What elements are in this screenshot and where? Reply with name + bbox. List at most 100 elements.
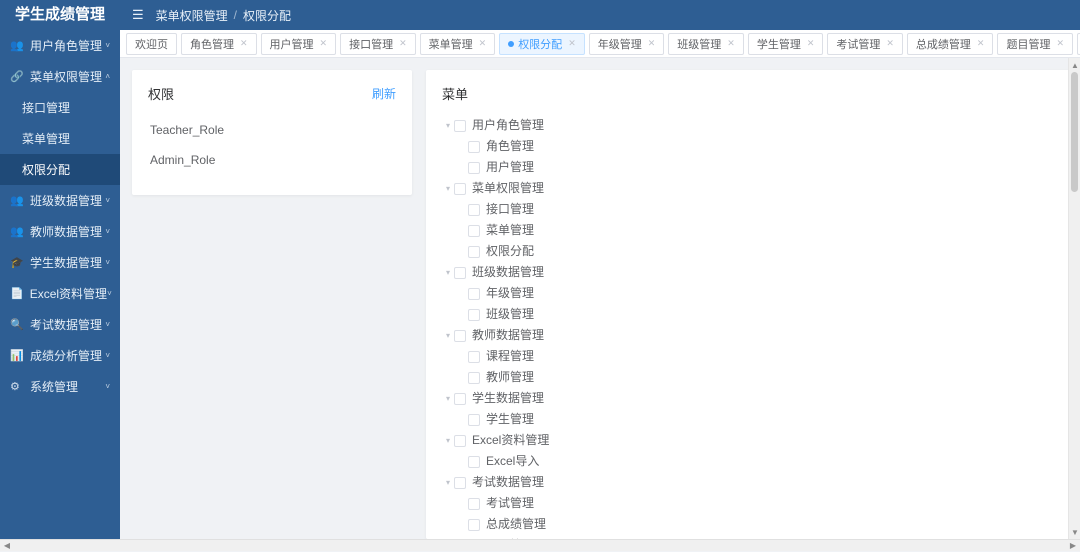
tree-node-label[interactable]: 菜单权限管理 <box>472 178 544 199</box>
tab[interactable]: 题目管理✕ <box>997 33 1073 55</box>
tree-node-label[interactable]: 班级数据管理 <box>472 262 544 283</box>
chevron-down-icon: ˅ <box>107 289 112 298</box>
tab-close-icon[interactable]: ✕ <box>320 38 328 49</box>
tab-close-icon[interactable]: ✕ <box>568 38 576 49</box>
scroll-left-arrow-icon[interactable]: ◀ <box>0 540 14 552</box>
tab[interactable]: 班级管理✕ <box>668 33 744 55</box>
tree-node-checkbox[interactable] <box>468 414 480 426</box>
tree-node-label[interactable]: 权限分配 <box>486 241 534 262</box>
tree-node-checkbox[interactable] <box>454 435 466 447</box>
expander-icon[interactable]: ▾ <box>442 325 454 346</box>
tree-node-label[interactable]: 课程管理 <box>486 346 534 367</box>
tree-node-checkbox[interactable] <box>454 183 466 195</box>
sidebar-item[interactable]: 菜单管理 <box>0 123 120 154</box>
tree-node-checkbox[interactable] <box>454 330 466 342</box>
sidebar-group[interactable]: 📄Excel资料管理˅ <box>0 278 120 309</box>
refresh-link[interactable]: 刷新 <box>372 85 396 102</box>
sidebar-group-label: 教师数据管理 <box>30 223 102 240</box>
tab-close-icon[interactable]: ✕ <box>240 38 248 49</box>
tree-node-label[interactable]: 考试管理 <box>486 493 534 514</box>
tree-node-label[interactable]: 学生数据管理 <box>472 388 544 409</box>
tab[interactable]: 菜单管理✕ <box>420 33 496 55</box>
tree-node-checkbox[interactable] <box>454 393 466 405</box>
tree-node-checkbox[interactable] <box>468 351 480 363</box>
tab-label: 学生管理 <box>757 36 801 52</box>
tree-node-checkbox[interactable] <box>468 204 480 216</box>
tree-node-checkbox[interactable] <box>468 246 480 258</box>
scrollbar-thumb[interactable] <box>1071 72 1078 192</box>
tree-node-label[interactable]: 年级管理 <box>486 283 534 304</box>
tab[interactable]: 欢迎页 <box>126 33 177 55</box>
tab[interactable]: 用户管理✕ <box>261 33 337 55</box>
tab[interactable]: 考试管理✕ <box>827 33 903 55</box>
tree-node-label[interactable]: 角色管理 <box>486 136 534 157</box>
tree-node-label[interactable]: 用户角色管理 <box>472 115 544 136</box>
tab-close-icon[interactable]: ✕ <box>648 38 656 49</box>
tree-node-label[interactable]: 接口管理 <box>486 199 534 220</box>
sidebar-item[interactable]: 权限分配 <box>0 154 120 185</box>
expander-icon[interactable]: ▾ <box>442 472 454 493</box>
scroll-up-arrow-icon[interactable]: ▲ <box>1069 58 1080 72</box>
expander-icon[interactable]: ▾ <box>442 388 454 409</box>
sidebar-group[interactable]: 📊成绩分析管理˅ <box>0 340 120 371</box>
tree-node-checkbox[interactable] <box>468 456 480 468</box>
sidebar-item[interactable]: 接口管理 <box>0 92 120 123</box>
vertical-scrollbar[interactable]: ▲ ▼ <box>1068 58 1080 539</box>
tree-node-label[interactable]: 学生管理 <box>486 409 534 430</box>
tree-node-label[interactable]: Excel资料管理 <box>472 430 549 451</box>
tab[interactable]: 年级管理✕ <box>589 33 665 55</box>
tree-node-checkbox[interactable] <box>468 309 480 321</box>
tree-node-checkbox[interactable] <box>454 267 466 279</box>
expander-icon[interactable]: ▾ <box>442 178 454 199</box>
tab-close-icon[interactable]: ✕ <box>886 38 894 49</box>
sidebar-group[interactable]: 🔍考试数据管理˅ <box>0 309 120 340</box>
tree-node-checkbox[interactable] <box>468 498 480 510</box>
tab-close-icon[interactable]: ✕ <box>399 38 407 49</box>
scroll-down-arrow-icon[interactable]: ▼ <box>1069 525 1080 539</box>
tab[interactable]: 权限分配✕ <box>499 33 585 55</box>
role-item[interactable]: Admin_Role <box>148 145 396 175</box>
tree-node-label[interactable]: 教师管理 <box>486 367 534 388</box>
expander-icon[interactable]: ▾ <box>442 115 454 136</box>
scroll-right-arrow-icon[interactable]: ▶ <box>1066 540 1080 552</box>
tree-node-checkbox[interactable] <box>454 120 466 132</box>
tree-node-checkbox[interactable] <box>468 288 480 300</box>
tree-node-label[interactable]: Excel导入 <box>486 451 539 472</box>
tree-node-label[interactable]: 菜单管理 <box>486 220 534 241</box>
cog-icon: ⚙ <box>10 380 24 393</box>
tab-close-icon[interactable]: ✕ <box>807 38 815 49</box>
tab-close-icon[interactable]: ✕ <box>479 38 487 49</box>
tree-node-label[interactable]: 班级管理 <box>486 304 534 325</box>
tree-node-checkbox[interactable] <box>468 225 480 237</box>
tab[interactable]: 角色管理✕ <box>181 33 257 55</box>
tree-node-label[interactable]: 考试数据管理 <box>472 472 544 493</box>
role-item[interactable]: Teacher_Role <box>148 115 396 145</box>
sidebar-group[interactable]: 🎓学生数据管理˅ <box>0 247 120 278</box>
expander-icon[interactable]: ▾ <box>442 430 454 451</box>
sidebar-group[interactable]: 🔗菜单权限管理˄ <box>0 61 120 92</box>
tab[interactable]: 学生管理 ✕ <box>748 33 824 55</box>
tab[interactable]: 总成绩管理✕ <box>907 33 994 55</box>
horizontal-scrollbar[interactable]: ◀ ▶ <box>0 539 1080 551</box>
sidebar-group[interactable]: ⚙系统管理˅ <box>0 371 120 402</box>
hamburger-icon[interactable]: ☰ <box>132 7 144 23</box>
breadcrumb-item[interactable]: 菜单权限管理 <box>156 7 228 24</box>
tree-node-label[interactable]: 教师数据管理 <box>472 325 544 346</box>
tree-node-label[interactable]: 用户管理 <box>486 157 534 178</box>
expander-icon[interactable]: ▾ <box>442 262 454 283</box>
tab[interactable]: 接口管理✕ <box>340 33 416 55</box>
tree-node-checkbox[interactable] <box>468 519 480 531</box>
tab-close-icon[interactable]: ✕ <box>727 38 735 49</box>
tree-node-checkbox[interactable] <box>454 477 466 489</box>
roles-panel-title: 权限 <box>148 84 174 103</box>
tab-close-icon[interactable]: ✕ <box>1056 38 1064 49</box>
tree-node-checkbox[interactable] <box>468 141 480 153</box>
tab-close-icon[interactable]: ✕ <box>977 38 985 49</box>
tree-node-label[interactable]: 总成绩管理 <box>486 514 546 535</box>
sidebar-group[interactable]: 👥用户角色管理˅ <box>0 30 120 61</box>
tree-node-checkbox[interactable] <box>468 372 480 384</box>
tree-node-checkbox[interactable] <box>468 162 480 174</box>
breadcrumb-separator: / <box>234 8 237 22</box>
sidebar-group[interactable]: 👥教师数据管理˅ <box>0 216 120 247</box>
sidebar-group[interactable]: 👥班级数据管理˅ <box>0 185 120 216</box>
